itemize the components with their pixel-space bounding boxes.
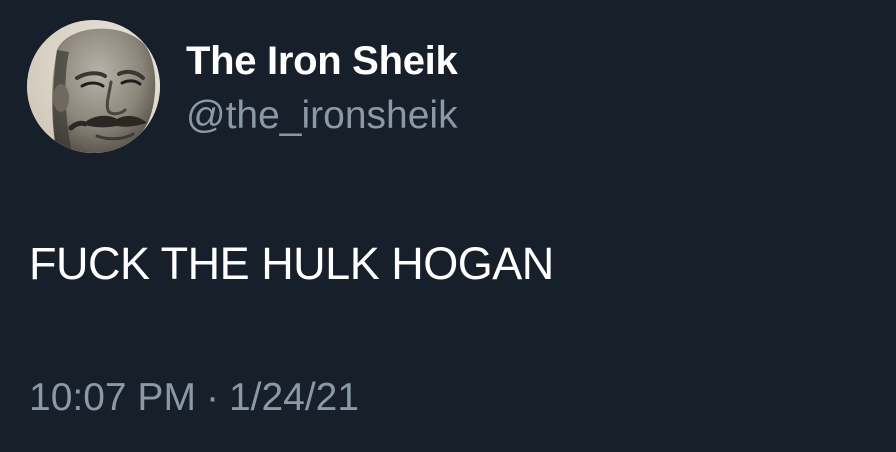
tweet-timestamp: 10:07 PM · 1/24/21: [29, 374, 359, 422]
tweet-text: FUCK THE HULK HOGAN: [29, 238, 554, 289]
tweet-date-link[interactable]: 1/24/21: [229, 376, 359, 419]
timestamp-separator: ·: [205, 376, 219, 419]
avatar[interactable]: [27, 20, 160, 153]
tweet-card: The Iron Sheik @the_ironsheik FUCK THE H…: [0, 0, 896, 452]
author-handle[interactable]: @the_ironsheik: [186, 92, 458, 140]
profile-photo-icon: [27, 20, 160, 153]
author-block: The Iron Sheik @the_ironsheik: [186, 37, 458, 140]
author-display-name[interactable]: The Iron Sheik: [186, 37, 458, 85]
tweet-time-link[interactable]: 10:07 PM: [29, 376, 196, 419]
